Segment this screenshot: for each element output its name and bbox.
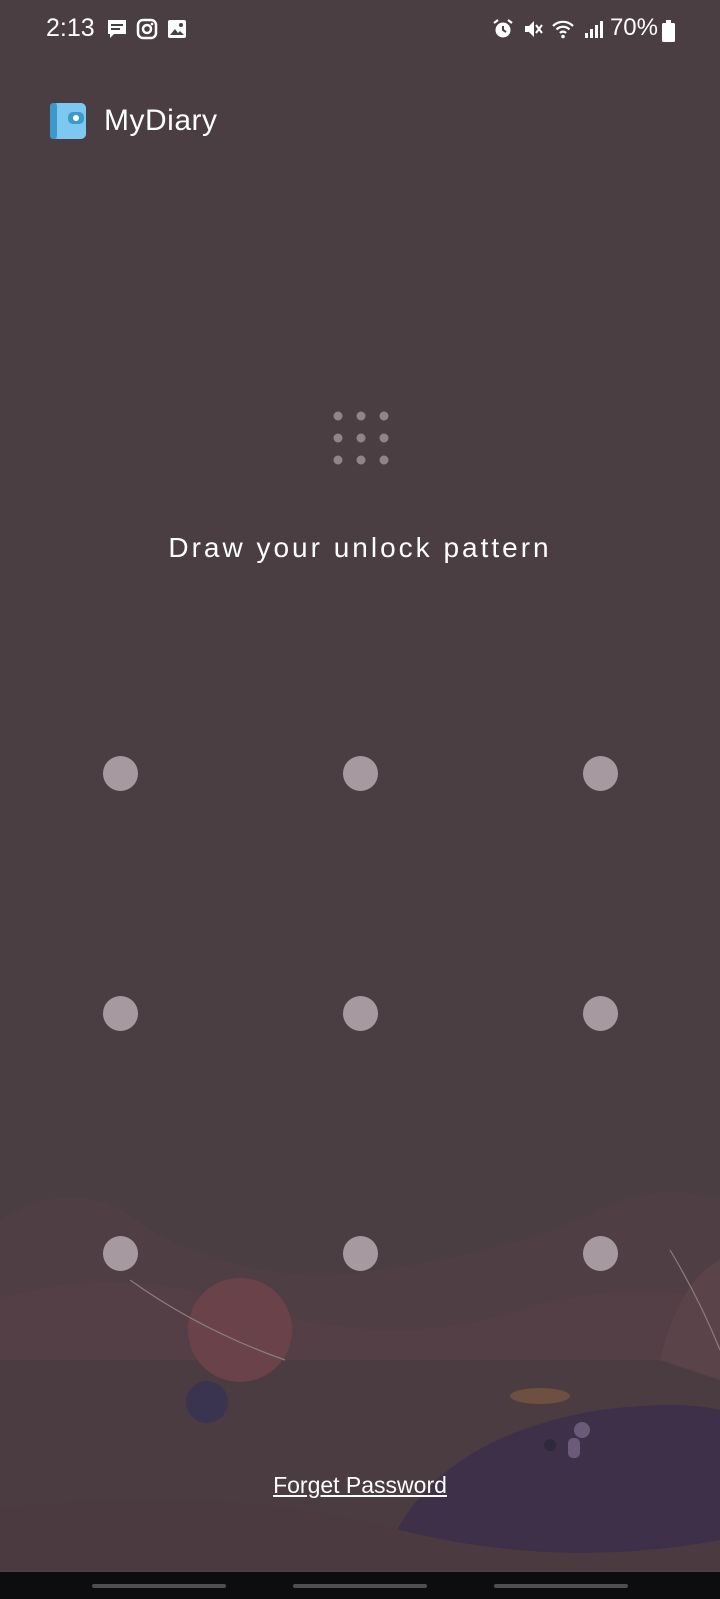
pattern-dot-6[interactable]	[582, 995, 618, 1031]
pattern-dot-2[interactable]	[342, 755, 378, 791]
pattern-dot-3[interactable]	[582, 755, 618, 791]
pattern-dot-5[interactable]	[342, 995, 378, 1031]
pattern-dot-9[interactable]	[582, 1235, 618, 1271]
navigation-bar	[0, 1572, 720, 1599]
nav-home-button[interactable]	[293, 1584, 427, 1588]
pattern-dot-8[interactable]	[342, 1235, 378, 1271]
pattern-dot-7[interactable]	[102, 1235, 138, 1271]
forget-password-link[interactable]: Forget Password	[0, 1472, 720, 1499]
pattern-dot-1[interactable]	[102, 755, 138, 791]
nav-back-button[interactable]	[494, 1584, 628, 1588]
nav-recents-button[interactable]	[92, 1584, 226, 1588]
unlock-pattern-grid[interactable]	[0, 0, 720, 1599]
pattern-dot-4[interactable]	[102, 995, 138, 1031]
